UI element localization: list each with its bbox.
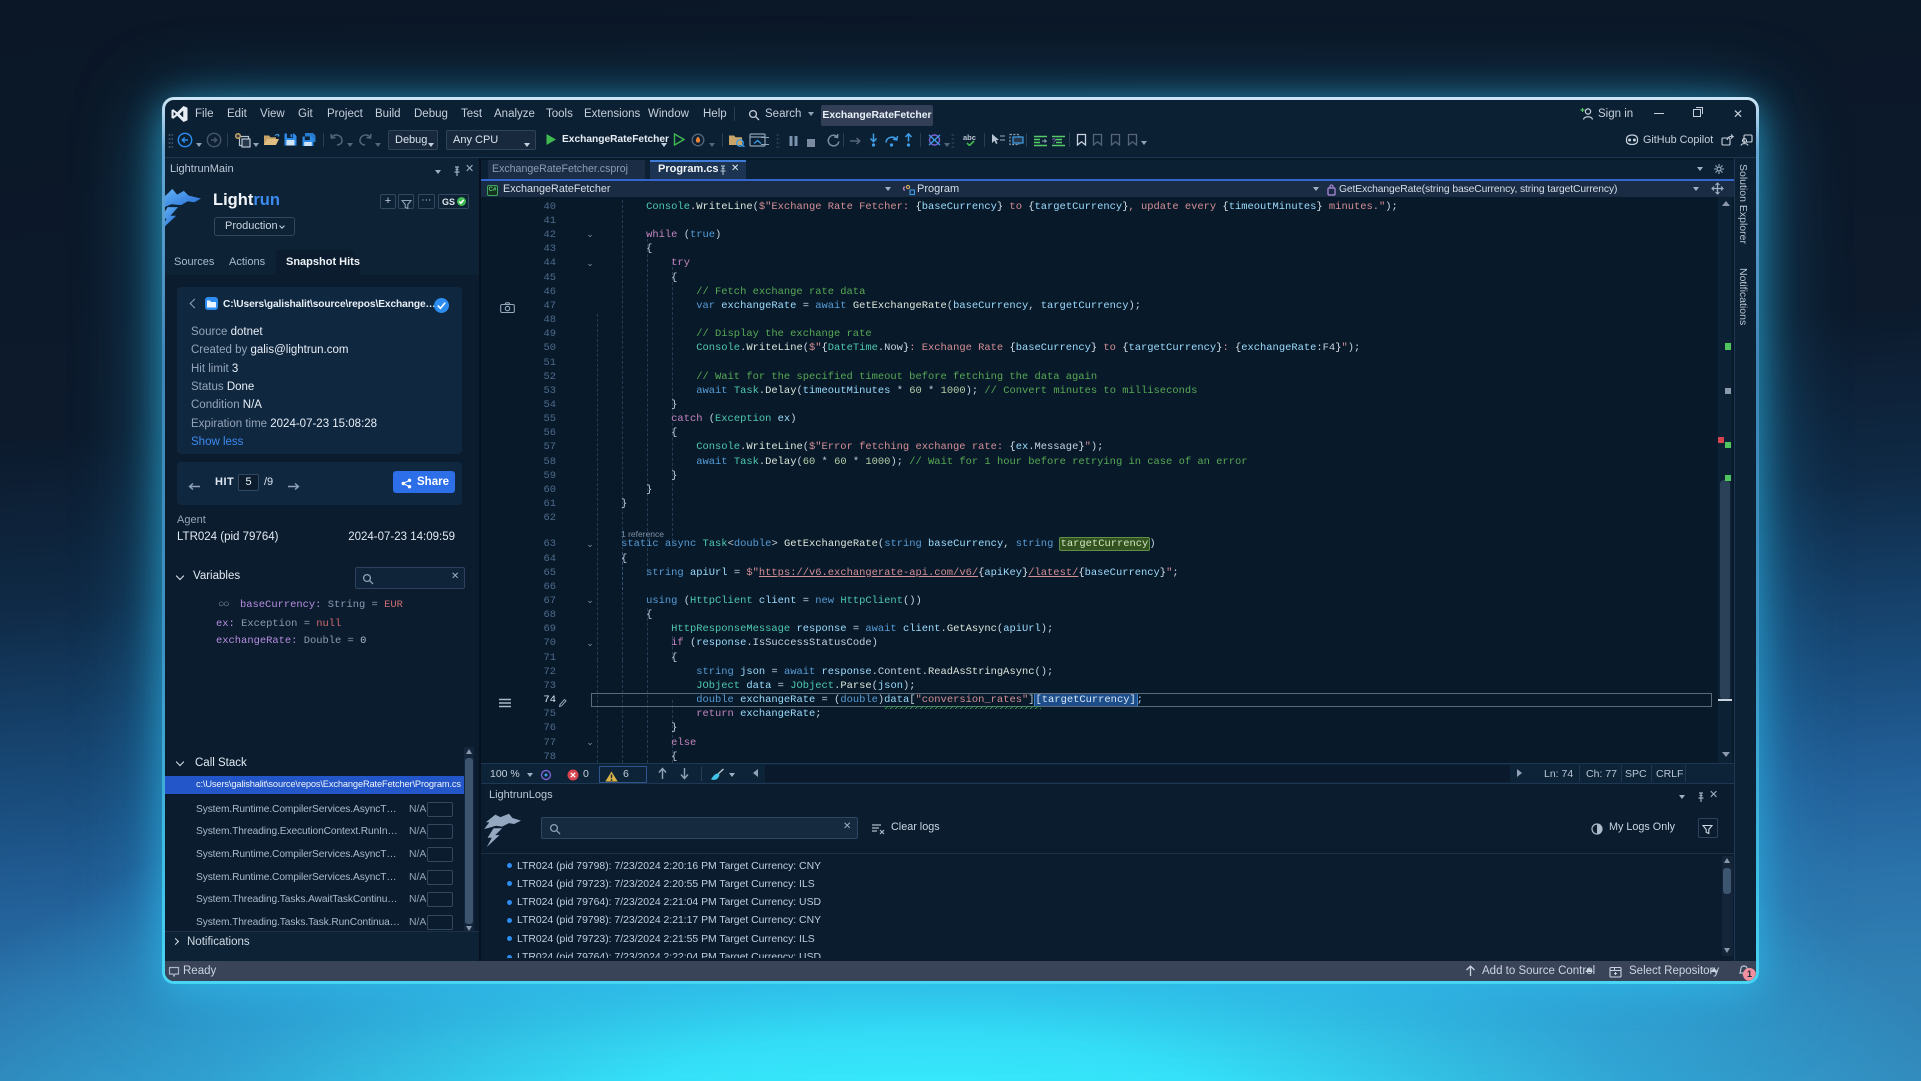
svg-text:?: ?: [1052, 139, 1056, 147]
svg-text:abc: abc: [963, 133, 976, 142]
